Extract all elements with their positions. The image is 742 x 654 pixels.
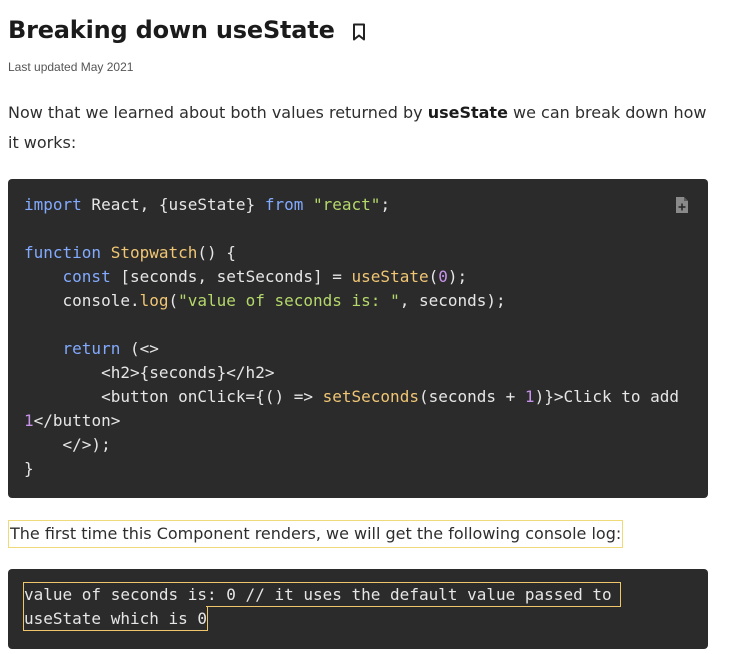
output-line-1: value of seconds is: 0 // it uses the de… — [24, 585, 612, 604]
code-line-1: import React, {useState} from "react"; — [24, 195, 390, 214]
title-row: Breaking down useState — [8, 10, 366, 50]
token-text: (<> — [120, 339, 159, 358]
code-line-3: function Stopwatch() { — [24, 243, 236, 262]
intro-bold: useState — [427, 103, 508, 122]
token-string: "react" — [313, 195, 381, 214]
token-const-keyword: const — [62, 267, 111, 286]
token-number: 1 — [524, 387, 535, 406]
token-text: </button> — [33, 411, 121, 430]
bookmark-icon[interactable] — [352, 23, 366, 41]
token-text: )}>Click to add — [534, 387, 680, 406]
token-number: 0 — [438, 267, 448, 286]
code-line-7: return (<> — [24, 339, 159, 358]
code-line-8: <h2>{seconds}</h2> — [24, 363, 275, 382]
token-number: 1 — [24, 411, 34, 430]
token-function-name: log — [139, 291, 169, 310]
intro-paragraph: Now that we learned about both values re… — [8, 98, 708, 158]
output-line-2: useState which is 0 — [24, 609, 208, 628]
code-line-5: console.log("value of seconds is: ", sec… — [24, 291, 506, 310]
token-text: (seconds + — [418, 387, 525, 406]
token-function-keyword: function — [24, 243, 102, 262]
token-text: ( — [168, 291, 179, 310]
code-line-4: const [seconds, setSeconds] = useState(0… — [24, 267, 468, 286]
output-caption: The first time this Component renders, w… — [8, 520, 624, 548]
token-text: <button onClick={() => — [24, 387, 323, 406]
token-string: "value of seconds is: " — [178, 291, 400, 310]
token-function-name: Stopwatch — [110, 243, 198, 262]
token-text: ; — [380, 195, 391, 214]
code-line-12: } — [24, 459, 34, 478]
code-line-9: <button onClick={() => setSeconds(second… — [24, 387, 679, 406]
code-line-10: 1</button> — [24, 411, 120, 430]
token-text: () { — [197, 243, 236, 262]
token-function-name: useState — [351, 267, 429, 286]
code-text: import React, {useState} from "react"; f… — [24, 193, 694, 481]
token-text: ( — [428, 267, 439, 286]
console-output-text: value of seconds is: 0 // it uses the de… — [24, 583, 612, 631]
last-updated: Last updated May 2021 — [8, 60, 134, 74]
token-text: , seconds); — [399, 291, 506, 310]
token-text: React, {useState} — [81, 195, 265, 214]
token-return-keyword: return — [62, 339, 121, 358]
token-import-keyword: import — [24, 195, 82, 214]
token-text: ); — [447, 267, 468, 286]
code-line-11: </>); — [24, 435, 111, 454]
token-text: [seconds, setSeconds] = — [110, 267, 352, 286]
token-text: console. — [24, 291, 140, 310]
page-title: Breaking down useState — [8, 16, 335, 44]
code-block[interactable]: import React, {useState} from "react"; f… — [8, 179, 708, 498]
console-output-block[interactable]: value of seconds is: 0 // it uses the de… — [8, 569, 708, 649]
token-function-name: setSeconds — [322, 387, 419, 406]
intro-text-before: Now that we learned about both values re… — [8, 103, 428, 122]
token-from-keyword: from — [264, 195, 304, 214]
